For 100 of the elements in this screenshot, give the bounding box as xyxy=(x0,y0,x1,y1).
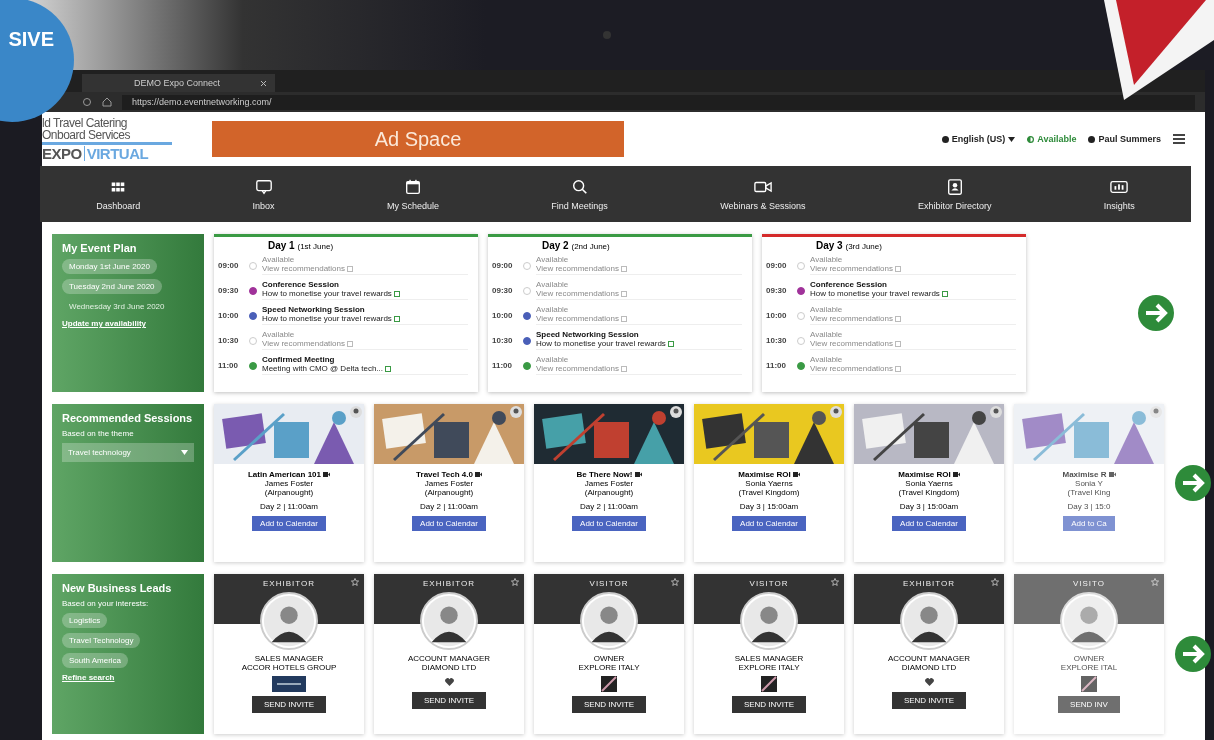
session-time: Day 2 | 11:00am xyxy=(420,502,478,511)
add-to-calendar-button[interactable]: Add to Calendar xyxy=(892,516,966,531)
add-to-calendar-button[interactable]: Add to Ca xyxy=(1063,516,1115,531)
speaker-company: (Airpanought) xyxy=(264,488,314,497)
nav-item[interactable]: Exhibitor Directory xyxy=(911,176,998,212)
send-invite-button[interactable]: SEND INVITE xyxy=(891,692,967,709)
nav-item[interactable]: Webinars & Sessions xyxy=(714,176,812,212)
timeline-dot xyxy=(523,261,531,270)
slot-subtitle: View recommendations xyxy=(536,364,619,374)
lead-company: ACCOR HOTELS GROUP xyxy=(241,663,337,672)
send-invite-button[interactable]: SEND INVITE xyxy=(251,696,327,713)
calendar-icon xyxy=(347,340,353,347)
lead-position: SALES MANAGER xyxy=(254,654,324,663)
slot-title[interactable]: Conference Session xyxy=(262,280,468,290)
timeline-dot xyxy=(249,336,257,345)
nav-item[interactable]: Dashboard xyxy=(90,176,147,212)
caret-icon[interactable] xyxy=(1008,136,1016,142)
lead-company: EXPLORE ITALY xyxy=(738,663,800,672)
nav-item[interactable]: Insights xyxy=(1097,176,1141,212)
slot-title[interactable]: Conference Session xyxy=(810,280,1016,290)
slot-title[interactable]: Available xyxy=(536,305,742,315)
availability-link[interactable]: Update my availability xyxy=(62,319,194,328)
timeline-dot xyxy=(797,261,805,270)
send-invite-button[interactable]: SEND INVITE xyxy=(571,696,647,713)
nav-item[interactable]: My Schedule xyxy=(380,176,445,212)
close-icon[interactable] xyxy=(260,79,268,87)
lead-position: ACCOUNT MANAGER xyxy=(407,654,491,663)
heart-icon xyxy=(924,678,934,686)
user-name[interactable]: Paul Summers xyxy=(1098,134,1161,144)
slot-title[interactable]: Confirmed Meeting xyxy=(262,355,468,365)
timeline-dot xyxy=(249,261,257,270)
add-to-calendar-button[interactable]: Add to Calendar xyxy=(572,516,646,531)
session-title[interactable]: Maximise R xyxy=(1062,470,1107,479)
slot-subtitle: How to monetise your travel rewards xyxy=(262,314,392,324)
browser-tab[interactable]: DEMO Expo Connect xyxy=(82,74,276,92)
session-time: Day 2 | 11:00am xyxy=(260,502,318,511)
star-icon[interactable] xyxy=(831,578,839,586)
slot-title[interactable]: Speed Networking Session xyxy=(536,330,742,340)
slot-time: 10:30 xyxy=(766,336,788,345)
add-to-calendar-button[interactable]: Add to Calendar xyxy=(412,516,486,531)
star-icon[interactable] xyxy=(511,578,519,586)
slot-title[interactable]: Available xyxy=(262,330,468,340)
slot-title[interactable]: Speed Networking Session xyxy=(262,305,468,315)
speaker-name: James Foster xyxy=(584,479,634,488)
slot-title[interactable]: Available xyxy=(810,305,1016,315)
slot-title[interactable]: Available xyxy=(810,255,1016,265)
speaker-name: Sonia Y xyxy=(1075,479,1103,488)
language-selector[interactable]: English (US) xyxy=(951,134,1006,144)
star-icon[interactable] xyxy=(351,578,359,586)
calendar-icon xyxy=(621,265,627,272)
slot-subtitle: View recommendations xyxy=(262,339,345,349)
slot-title[interactable]: Available xyxy=(536,255,742,265)
slot-title[interactable]: Available xyxy=(536,280,742,290)
address-field[interactable]: https://demo.eventnetworking.com/ xyxy=(122,94,1195,110)
star-icon[interactable] xyxy=(671,578,679,586)
day-title: Day 1 (1st June) xyxy=(268,240,335,253)
slot-title[interactable]: Available xyxy=(262,255,468,265)
ad-banner[interactable]: Ad Space xyxy=(212,121,624,157)
video-camera-icon xyxy=(323,472,331,477)
slot-title[interactable]: Available xyxy=(536,355,742,365)
home-icon[interactable] xyxy=(102,97,112,107)
badge-text: SIVE xyxy=(8,27,54,51)
availability-status[interactable]: Available xyxy=(1037,134,1077,144)
role-label: EXHIBITOR xyxy=(263,579,315,590)
send-invite-button[interactable]: SEND INV xyxy=(1058,696,1120,713)
add-to-calendar-button[interactable]: Add to Calendar xyxy=(252,516,326,531)
session-title[interactable]: Maximise ROI xyxy=(738,470,791,479)
nav-item[interactable]: Find Meetings xyxy=(545,176,614,212)
calendar-icon xyxy=(385,365,392,372)
video-camera-icon xyxy=(474,472,482,477)
session-title[interactable]: Travel Tech 4.0 xyxy=(416,470,473,479)
lead-position: OWNER xyxy=(1073,654,1105,663)
slot-subtitle: View recommendations xyxy=(262,264,345,274)
add-to-calendar-button[interactable]: Add to Calendar xyxy=(732,516,806,531)
slot-time: 11:00 xyxy=(218,361,240,370)
calendar-icon xyxy=(393,290,400,297)
session-title[interactable]: Maximise ROI xyxy=(898,470,951,479)
speaker-avatar-icon xyxy=(350,406,362,418)
nav-item[interactable]: Inbox xyxy=(246,176,281,212)
star-icon[interactable] xyxy=(991,578,999,586)
send-invite-button[interactable]: SEND INVITE xyxy=(411,692,487,709)
refine-search-link[interactable]: Refine search xyxy=(62,673,194,682)
company-logo-icon xyxy=(761,676,777,692)
slot-title[interactable]: Available xyxy=(810,355,1016,365)
session-title[interactable]: Be There Now! xyxy=(576,470,633,479)
session-title[interactable]: Latin American 101 xyxy=(247,470,322,479)
slot-subtitle: View recommendations xyxy=(536,314,619,324)
slot-subtitle: Meeting with CMO @ Delta tech... xyxy=(262,364,384,374)
slot-title[interactable]: Available xyxy=(810,330,1016,340)
calendar-icon xyxy=(895,315,901,322)
panel-title: New Business Leads xyxy=(62,582,173,594)
reload-icon[interactable] xyxy=(82,97,92,107)
send-invite-button[interactable]: SEND INVITE xyxy=(731,696,807,713)
star-icon[interactable] xyxy=(1151,578,1159,586)
session-time: Day 3 | 15:00am xyxy=(899,502,959,511)
video-camera-icon xyxy=(1108,472,1116,477)
menu-icon[interactable] xyxy=(1173,134,1185,144)
panel-subtitle: Based on the theme xyxy=(62,429,135,438)
slot-time: 11:00 xyxy=(492,361,514,370)
speaker-avatar-icon xyxy=(670,406,682,418)
